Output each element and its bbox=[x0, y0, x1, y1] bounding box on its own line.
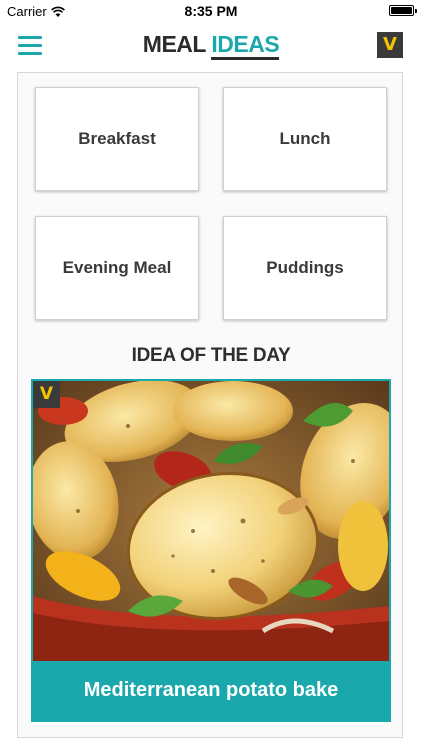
nav-header: MEAL IDEAS V bbox=[0, 22, 422, 68]
category-label: Puddings bbox=[266, 258, 344, 277]
app-logo: MEAL IDEAS bbox=[0, 31, 422, 60]
battery-icon bbox=[389, 5, 417, 16]
vegetarian-badge: V bbox=[33, 381, 60, 408]
category-label: Evening Meal bbox=[62, 258, 172, 277]
section-title-idea-of-the-day: IDEA OF THE DAY bbox=[131, 345, 291, 366]
category-lunch[interactable]: Lunch bbox=[223, 87, 387, 191]
category-puddings[interactable]: Puddings bbox=[223, 216, 387, 320]
status-time: 8:35 PM bbox=[184, 3, 238, 19]
category-evening-meal[interactable]: Evening Meal bbox=[35, 216, 199, 320]
category-breakfast[interactable]: Breakfast bbox=[35, 87, 199, 191]
recipe-title: Mediterranean potato bake bbox=[33, 661, 389, 720]
idea-of-the-day-card[interactable]: V Mediterranean potato bake bbox=[31, 379, 391, 722]
recipe-photo bbox=[33, 381, 389, 661]
vegetarian-badge-button[interactable]: V bbox=[377, 32, 403, 58]
logo-word-meal: MEAL bbox=[142, 31, 206, 57]
category-label: Breakfast bbox=[78, 129, 156, 148]
logo-word-ideas: IDEAS bbox=[211, 31, 280, 60]
category-label: Lunch bbox=[279, 129, 331, 148]
status-bar: Carrier 8:35 PM bbox=[0, 0, 422, 22]
